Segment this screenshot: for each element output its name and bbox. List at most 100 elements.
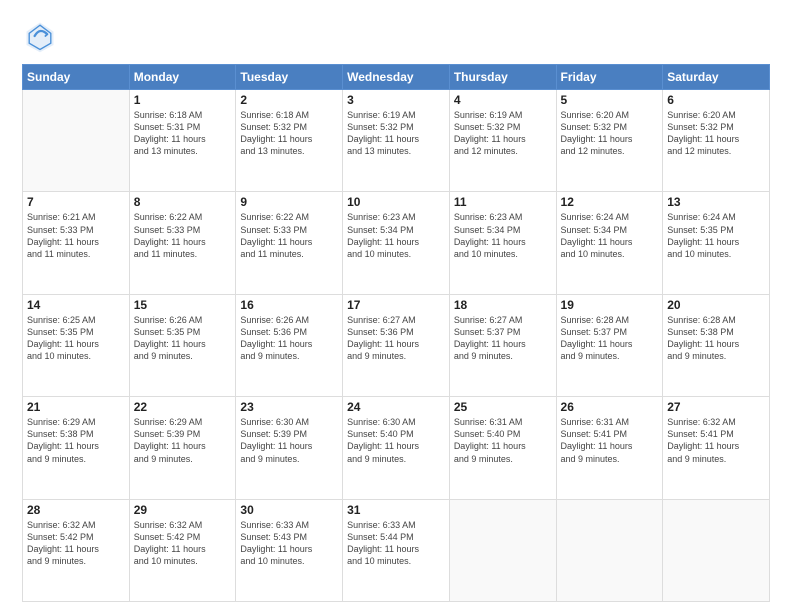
calendar-cell: 29 Sunrise: 6:32 AM Sunset: 5:42 PM Dayli… (129, 499, 236, 601)
cell-info: Sunrise: 6:31 AM Sunset: 5:41 PM Dayligh… (561, 416, 659, 465)
cell-info: Sunrise: 6:23 AM Sunset: 5:34 PM Dayligh… (454, 211, 552, 260)
calendar-cell: 23 Sunrise: 6:30 AM Sunset: 5:39 PM Dayli… (236, 397, 343, 499)
cell-info: Sunrise: 6:30 AM Sunset: 5:39 PM Dayligh… (240, 416, 338, 465)
day-number: 16 (240, 298, 338, 312)
calendar-table: SundayMondayTuesdayWednesdayThursdayFrid… (22, 64, 770, 602)
cell-info: Sunrise: 6:23 AM Sunset: 5:34 PM Dayligh… (347, 211, 445, 260)
calendar-cell: 13 Sunrise: 6:24 AM Sunset: 5:35 PM Dayli… (663, 192, 770, 294)
cell-info: Sunrise: 6:24 AM Sunset: 5:34 PM Dayligh… (561, 211, 659, 260)
calendar-cell: 18Sunrise: 6:27 AM Sunset: 5:37 PM Dayli… (449, 294, 556, 396)
logo-icon (22, 18, 58, 54)
cell-info: Sunrise: 6:22 AM Sunset: 5:33 PM Dayligh… (134, 211, 232, 260)
day-number: 8 (134, 195, 232, 209)
day-number: 4 (454, 93, 552, 107)
calendar-cell: 24 Sunrise: 6:30 AM Sunset: 5:40 PM Dayli… (343, 397, 450, 499)
cell-info: Sunrise: 6:24 AM Sunset: 5:35 PM Dayligh… (667, 211, 765, 260)
calendar-cell: 2 Sunrise: 6:18 AM Sunset: 5:32 PM Daylig… (236, 90, 343, 192)
calendar-cell: 1Sunrise: 6:18 AM Sunset: 5:31 PM Daylig… (129, 90, 236, 192)
day-number: 10 (347, 195, 445, 209)
day-number: 24 (347, 400, 445, 414)
calendar-cell: 8 Sunrise: 6:22 AM Sunset: 5:33 PM Daylig… (129, 192, 236, 294)
day-number: 31 (347, 503, 445, 517)
day-number: 21 (27, 400, 125, 414)
day-number: 1 (134, 93, 232, 107)
cell-info: Sunrise: 6:28 AM Sunset: 5:38 PM Dayligh… (667, 314, 765, 363)
calendar-cell: 28Sunrise: 6:32 AM Sunset: 5:42 PM Dayli… (23, 499, 130, 601)
day-number: 18 (454, 298, 552, 312)
calendar-week-1: 7Sunrise: 6:21 AM Sunset: 5:33 PM Daylig… (23, 192, 770, 294)
day-number: 2 (240, 93, 338, 107)
calendar-header-thursday: Thursday (449, 65, 556, 90)
cell-info: Sunrise: 6:33 AM Sunset: 5:44 PM Dayligh… (347, 519, 445, 568)
calendar-header-saturday: Saturday (663, 65, 770, 90)
header (22, 18, 770, 54)
cell-info: Sunrise: 6:26 AM Sunset: 5:36 PM Dayligh… (240, 314, 338, 363)
day-number: 27 (667, 400, 765, 414)
day-number: 30 (240, 503, 338, 517)
cell-info: Sunrise: 6:20 AM Sunset: 5:32 PM Dayligh… (561, 109, 659, 158)
calendar-cell: 3 Sunrise: 6:19 AM Sunset: 5:32 PM Daylig… (343, 90, 450, 192)
calendar-week-4: 28 Sunrise: 6:32 AM Sunset: 5:42 PM Dayli… (23, 499, 770, 601)
calendar-cell: 15 Sunrise: 6:26 AM Sunset: 5:35 PM Dayli… (129, 294, 236, 396)
calendar-header-monday: Monday (129, 65, 236, 90)
calendar-cell: 5Sunrise: 6:20 AM Sunset: 5:32 PM Daylig… (556, 90, 663, 192)
day-number: 9 (240, 195, 338, 209)
calendar-cell: 19Sunrise: 6:28 AM Sunset: 5:37 PM Dayli… (556, 294, 663, 396)
calendar-cell: 17Sunrise: 6:27 AM Sunset: 5:36 PM Dayli… (343, 294, 450, 396)
calendar-header-sunday: Sunday (23, 65, 130, 90)
cell-info: Sunrise: 6:19 AM Sunset: 5:32 PM Dayligh… (454, 109, 552, 158)
day-number: 17 (347, 298, 445, 312)
calendar-cell: 27 Sunrise: 6:32 AM Sunset: 5:41 PM Dayli… (663, 397, 770, 499)
page: SundayMondayTuesdayWednesdayThursdayFrid… (0, 0, 792, 612)
calendar-cell: 26 Sunrise: 6:31 AM Sunset: 5:41 PM Dayli… (556, 397, 663, 499)
day-number: 6 (667, 93, 765, 107)
day-number: 26 (561, 400, 659, 414)
calendar-header-wednesday: Wednesday (343, 65, 450, 90)
calendar-header-friday: Friday (556, 65, 663, 90)
cell-info: Sunrise: 6:33 AM Sunset: 5:43 PM Dayligh… (240, 519, 338, 568)
cell-info: Sunrise: 6:32 AM Sunset: 5:42 PM Dayligh… (134, 519, 232, 568)
logo (22, 18, 64, 54)
cell-info: Sunrise: 6:28 AM Sunset: 5:37 PM Dayligh… (561, 314, 659, 363)
day-number: 3 (347, 93, 445, 107)
calendar-header-tuesday: Tuesday (236, 65, 343, 90)
calendar-cell: 20 Sunrise: 6:28 AM Sunset: 5:38 PM Dayli… (663, 294, 770, 396)
calendar-cell: 4 Sunrise: 6:19 AM Sunset: 5:32 PM Daylig… (449, 90, 556, 192)
cell-info: Sunrise: 6:25 AM Sunset: 5:35 PM Dayligh… (27, 314, 125, 363)
calendar-cell (556, 499, 663, 601)
day-number: 28 (27, 503, 125, 517)
calendar-cell (663, 499, 770, 601)
calendar-cell: 30 Sunrise: 6:33 AM Sunset: 5:43 PM Dayli… (236, 499, 343, 601)
day-number: 20 (667, 298, 765, 312)
day-number: 29 (134, 503, 232, 517)
day-number: 23 (240, 400, 338, 414)
cell-info: Sunrise: 6:22 AM Sunset: 5:33 PM Dayligh… (240, 211, 338, 260)
cell-info: Sunrise: 6:20 AM Sunset: 5:32 PM Dayligh… (667, 109, 765, 158)
cell-info: Sunrise: 6:29 AM Sunset: 5:39 PM Dayligh… (134, 416, 232, 465)
day-number: 13 (667, 195, 765, 209)
calendar-cell (449, 499, 556, 601)
calendar-week-3: 21Sunrise: 6:29 AM Sunset: 5:38 PM Dayli… (23, 397, 770, 499)
calendar-cell: 9 Sunrise: 6:22 AM Sunset: 5:33 PM Daylig… (236, 192, 343, 294)
calendar-week-2: 14Sunrise: 6:25 AM Sunset: 5:35 PM Dayli… (23, 294, 770, 396)
day-number: 7 (27, 195, 125, 209)
day-number: 15 (134, 298, 232, 312)
day-number: 11 (454, 195, 552, 209)
calendar-cell: 12Sunrise: 6:24 AM Sunset: 5:34 PM Dayli… (556, 192, 663, 294)
cell-info: Sunrise: 6:26 AM Sunset: 5:35 PM Dayligh… (134, 314, 232, 363)
calendar-cell: 21Sunrise: 6:29 AM Sunset: 5:38 PM Dayli… (23, 397, 130, 499)
cell-info: Sunrise: 6:19 AM Sunset: 5:32 PM Dayligh… (347, 109, 445, 158)
calendar-cell: 11 Sunrise: 6:23 AM Sunset: 5:34 PM Dayli… (449, 192, 556, 294)
calendar-cell: 6 Sunrise: 6:20 AM Sunset: 5:32 PM Daylig… (663, 90, 770, 192)
calendar-cell: 16 Sunrise: 6:26 AM Sunset: 5:36 PM Dayli… (236, 294, 343, 396)
calendar-cell: 22 Sunrise: 6:29 AM Sunset: 5:39 PM Dayli… (129, 397, 236, 499)
cell-info: Sunrise: 6:30 AM Sunset: 5:40 PM Dayligh… (347, 416, 445, 465)
calendar-cell: 31 Sunrise: 6:33 AM Sunset: 5:44 PM Dayli… (343, 499, 450, 601)
calendar-cell: 14Sunrise: 6:25 AM Sunset: 5:35 PM Dayli… (23, 294, 130, 396)
calendar-cell: 10 Sunrise: 6:23 AM Sunset: 5:34 PM Dayli… (343, 192, 450, 294)
cell-info: Sunrise: 6:32 AM Sunset: 5:41 PM Dayligh… (667, 416, 765, 465)
day-number: 22 (134, 400, 232, 414)
calendar-header-row: SundayMondayTuesdayWednesdayThursdayFrid… (23, 65, 770, 90)
day-number: 25 (454, 400, 552, 414)
cell-info: Sunrise: 6:18 AM Sunset: 5:32 PM Dayligh… (240, 109, 338, 158)
